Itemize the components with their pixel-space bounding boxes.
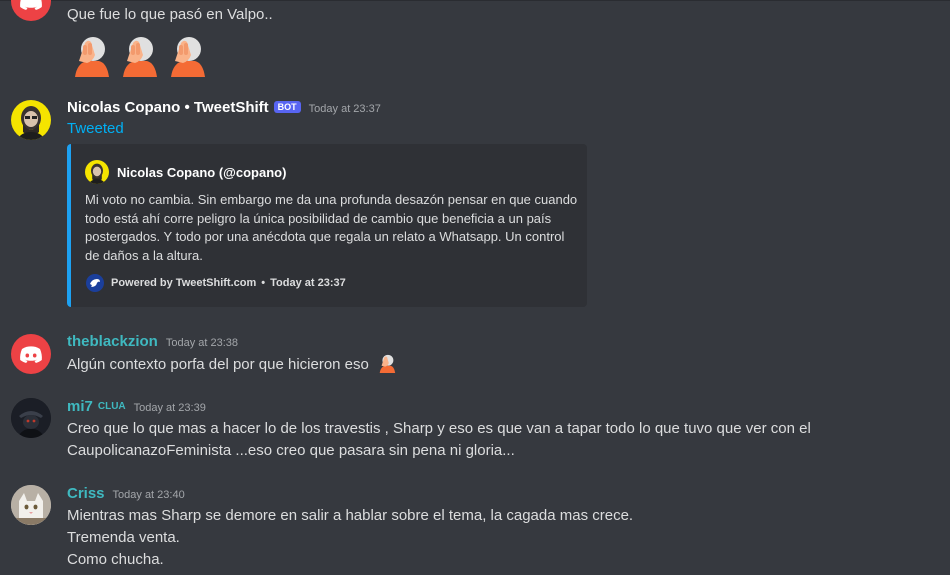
facepalm-emoji-icon <box>171 37 205 77</box>
bot-badge: BOT <box>273 100 301 113</box>
embed-line: de daños a la altura. <box>85 247 203 263</box>
username[interactable]: mi7 <box>67 398 93 415</box>
message-header: Criss Today at 23:40 <box>67 485 185 502</box>
message-text: Como chucha. <box>67 551 164 568</box>
embed-author-avatar <box>85 160 109 184</box>
embed-footer: Powered by TweetShift.com • Today at 23:… <box>85 273 346 293</box>
embed-footer-time: Today at 23:37 <box>270 277 346 289</box>
embed-author[interactable]: Nicolas Copano (@copano) <box>85 160 286 184</box>
avatar-discord-red[interactable] <box>11 0 51 21</box>
avatar-mi7[interactable] <box>11 398 51 438</box>
discord-logo-icon <box>20 346 42 363</box>
facepalm-emoji-icon <box>379 354 396 373</box>
avatar-theblackzion[interactable] <box>11 334 51 374</box>
tweet-embed: Nicolas Copano (@copano) Mi voto no camb… <box>67 144 587 307</box>
discord-logo-icon <box>20 0 42 10</box>
avatar-criss[interactable] <box>11 485 51 525</box>
message-text: Que fue lo que pasó en Valpo.. <box>67 6 273 23</box>
person-portrait-icon <box>88 163 106 184</box>
message-text-row: Algún contexto porfa del por que hiciero… <box>67 353 397 376</box>
timestamp[interactable]: Today at 23:38 <box>166 337 238 349</box>
username[interactable]: Criss <box>67 485 105 502</box>
embed-line: todo está ahí corre peligro la única pos… <box>85 210 552 226</box>
timestamp[interactable]: Today at 23:37 <box>309 103 381 115</box>
message-text: Tremenda venta. <box>67 529 180 546</box>
person-portrait-icon <box>17 106 45 140</box>
facepalm-emoji-icon <box>75 37 109 77</box>
message-header: Nicolas Copano • TweetShift BOT Today at… <box>67 99 381 116</box>
username[interactable]: Nicolas Copano • TweetShift <box>67 99 269 116</box>
cat-icon <box>11 485 51 525</box>
user-tag: CLUA <box>97 401 126 412</box>
embed-line: postergados. Y todo por una anécdota que… <box>85 229 565 245</box>
avatar-nicolas-copano[interactable] <box>11 100 51 140</box>
embed-line: Mi voto no cambia. Sin embargo me da una… <box>85 192 578 207</box>
timestamp[interactable]: Today at 23:39 <box>134 402 206 414</box>
dark-figure-icon <box>11 398 51 438</box>
facepalm-emoji-icon <box>123 37 157 77</box>
username[interactable]: theblackzion <box>67 333 158 350</box>
message-text: Algún contexto porfa del por que hiciero… <box>67 356 369 373</box>
message-text: Creo que lo que mas a hacer lo de los tr… <box>67 420 811 437</box>
message-text: Mientras mas Sharp se demore en salir a … <box>67 507 634 524</box>
message-header: mi7 CLUA Today at 23:39 <box>67 398 206 415</box>
embed-footer-separator: • <box>261 277 266 289</box>
timestamp[interactable]: Today at 23:40 <box>113 489 185 501</box>
top-divider <box>0 0 950 1</box>
tweetshift-logo-icon <box>86 274 104 292</box>
embed-author-name[interactable]: Nicolas Copano (@copano) <box>117 165 286 180</box>
embed-footer-powered: Powered by TweetShift.com <box>111 277 257 289</box>
message-text: CaupolicanazoFeminista ...eso creo que p… <box>67 442 515 459</box>
tweeted-link[interactable]: Tweeted <box>67 120 124 137</box>
message-header: theblackzion Today at 23:38 <box>67 333 238 350</box>
embed-description: Mi voto no cambia. Sin embargo me da una… <box>85 191 577 265</box>
